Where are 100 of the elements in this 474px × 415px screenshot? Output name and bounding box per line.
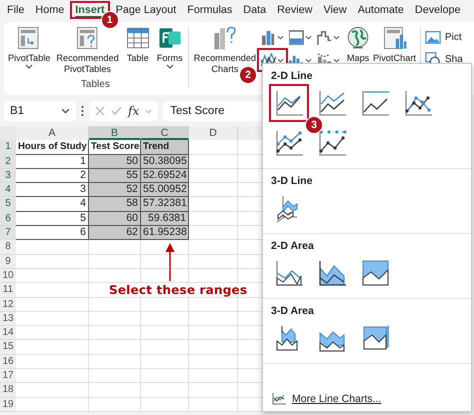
caret-icon [305, 58, 312, 62]
row-header[interactable]: 6 [0, 212, 16, 226]
row-header[interactable]: 4 [0, 183, 16, 198]
table-cell [141, 354, 189, 370]
ribbon-button[interactable]: Maps [344, 25, 372, 64]
menu-tab[interactable]: Review [274, 3, 316, 17]
annotation-text: Select these ranges [108, 284, 248, 296]
menu-tab[interactable]: View [320, 3, 350, 17]
table-cell: 5 [16, 212, 89, 226]
table-cell [89, 312, 141, 326]
row-header[interactable]: 13 [0, 312, 16, 326]
section-title: 2-D Line [271, 70, 314, 82]
table-cell: 6 [16, 226, 89, 240]
insert-function-button[interactable]: fx [128, 104, 140, 118]
table-cell: 58 [89, 197, 141, 212]
row-header[interactable]: 19 [0, 398, 16, 412]
table-cell: 52.69524 [141, 168, 189, 184]
step-badge: 2 [239, 66, 258, 84]
row-header[interactable]: 9 [0, 254, 16, 269]
menu-tab[interactable]: Develope [412, 3, 464, 17]
ribbon-button[interactable]: Table [122, 25, 153, 75]
ribbon-button[interactable]: PivotTable [6, 25, 52, 75]
chart-type-button[interactable] [259, 50, 286, 70]
waterfall-chart-icon [317, 30, 332, 44]
caret-icon [305, 34, 312, 40]
row-header[interactable]: 18 [0, 383, 16, 398]
row-header[interactable]: 17 [0, 369, 16, 384]
table-cell [89, 240, 141, 255]
table-cell: Trend [141, 140, 189, 155]
table-cell [189, 398, 238, 412]
row-header[interactable]: 14 [0, 326, 16, 340]
caret-icon [61, 108, 70, 114]
table-cell [141, 383, 189, 398]
table-cell [141, 340, 189, 355]
column-header[interactable]: A [16, 126, 89, 140]
menu-tab[interactable]: Automate [354, 3, 407, 17]
step-badge: 3 [305, 116, 323, 134]
column-header[interactable]: C [141, 126, 189, 140]
menu-tab[interactable]: Data [240, 3, 270, 17]
table-cell [89, 326, 141, 340]
hierarchy-chart-icon [289, 30, 304, 44]
row-header[interactable]: 7 [0, 226, 16, 240]
menu-tab[interactable]: Home [32, 3, 68, 17]
row-header[interactable]: 12 [0, 298, 16, 312]
row-header[interactable]: 8 [0, 240, 16, 255]
row-header[interactable]: 5 [0, 197, 16, 212]
table-icon [124, 25, 151, 51]
table-cell [141, 312, 189, 326]
ribbon-button[interactable]: Pict [424, 29, 463, 45]
table-cell: 61.95238 [141, 226, 189, 240]
table-cell: 50 [89, 154, 141, 169]
row-header[interactable]: 3 [0, 168, 16, 184]
table-cell: Test Score [89, 140, 141, 155]
table-cell: 59.6381 [141, 212, 189, 226]
table-cell [141, 369, 189, 384]
row-header[interactable]: 1 [0, 140, 16, 155]
table-cell [89, 383, 141, 398]
menu-tab[interactable]: File [4, 3, 28, 17]
table-cell: 55 [89, 168, 141, 184]
name-box[interactable]: B1 [4, 101, 76, 121]
table-cell: 50.38095 [141, 154, 189, 169]
table-cell [189, 298, 238, 312]
caret-icon [277, 34, 284, 40]
menu-tab[interactable]: Formulas [184, 3, 236, 17]
caret-icon [333, 34, 340, 40]
table-cell: 3 [16, 183, 89, 198]
row-header[interactable]: 10 [0, 268, 16, 284]
caret-icon [277, 58, 284, 62]
table-cell: 4 [16, 197, 89, 212]
table-cell: 52 [89, 183, 141, 198]
line-chart-icon [261, 52, 276, 68]
pivot-chart-icon [382, 25, 408, 51]
ribbon-button[interactable]: PivotChart [372, 25, 417, 64]
caret-icon [25, 64, 34, 69]
table-cell [89, 398, 141, 412]
section-title: 2-D Area [271, 240, 315, 252]
more-icon[interactable] [81, 105, 84, 117]
chart-option[interactable] [271, 86, 307, 120]
section-title: 3-D Line [271, 175, 314, 187]
check-icon[interactable] [111, 106, 122, 116]
table-cell [141, 326, 189, 340]
section-title: 3-D Area [271, 305, 315, 317]
table-cell: 60 [89, 212, 141, 226]
picture-icon [424, 29, 442, 45]
table-cell: 57.32381 [141, 197, 189, 212]
row-header[interactable]: 2 [0, 154, 16, 169]
table-cell [89, 254, 141, 269]
row-header[interactable]: 16 [0, 354, 16, 370]
ribbon-button[interactable]: Forms [154, 25, 185, 75]
more-charts-link[interactable]: More Line Charts... [292, 393, 382, 405]
caret-icon [166, 64, 174, 69]
column-header[interactable]: D [189, 126, 238, 140]
table-cell [141, 254, 189, 269]
table-cell [89, 340, 141, 355]
table-cell [89, 298, 141, 312]
column-header[interactable]: B [89, 126, 141, 140]
annotation-arrow [165, 243, 175, 281]
table-cell: 62 [89, 226, 141, 240]
row-header[interactable]: 15 [0, 340, 16, 355]
row-header[interactable]: 11 [0, 283, 16, 298]
